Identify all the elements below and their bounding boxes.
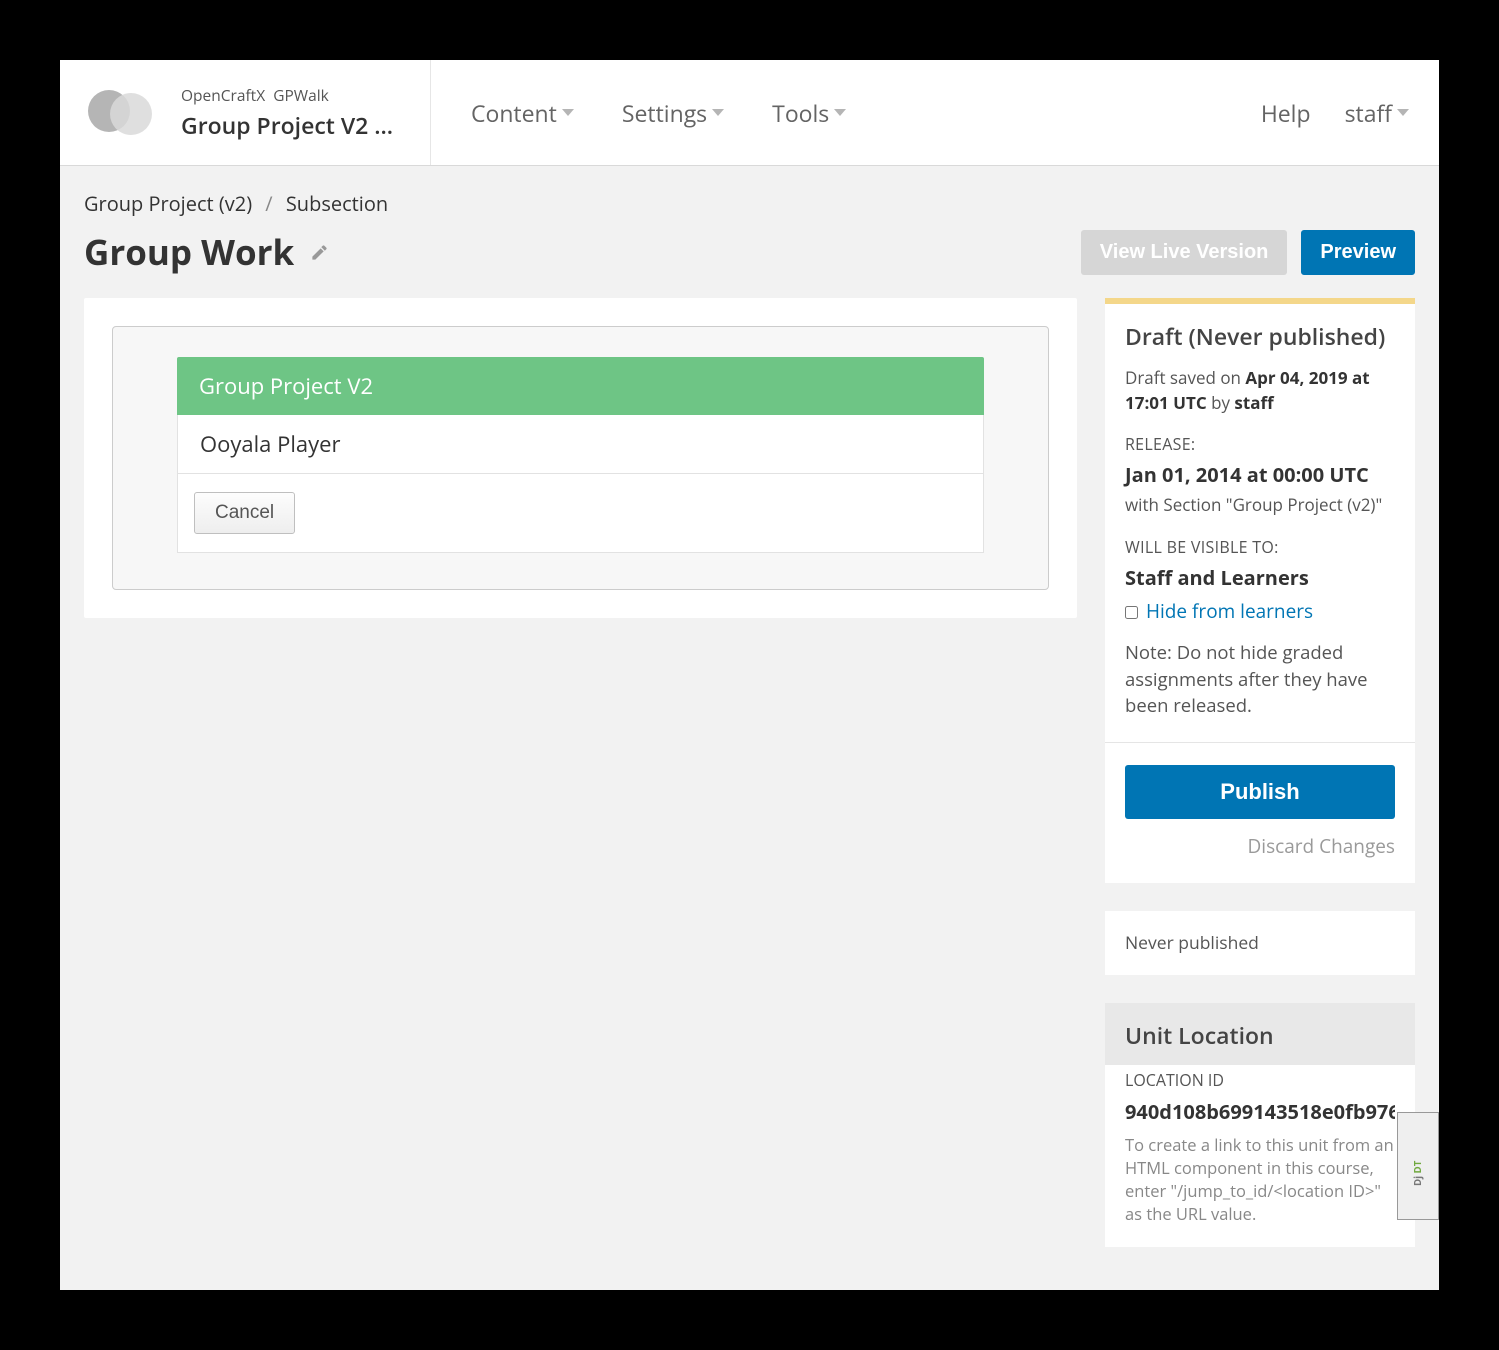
breadcrumb-sep: / (265, 190, 272, 217)
unit-location-title: Unit Location (1105, 1003, 1415, 1065)
page-title: Group Work (84, 229, 294, 276)
location-desc: To create a link to this unit from an HT… (1125, 1133, 1395, 1225)
draft-saved-line: Draft saved on Apr 04, 2019 at 17:01 UTC… (1125, 366, 1395, 415)
publish-button[interactable]: Publish (1125, 765, 1395, 819)
never-published-panel: Never published (1105, 911, 1415, 975)
studio-block-footer: Cancel (177, 474, 984, 553)
discard-changes[interactable]: Discard Changes (1125, 833, 1395, 861)
unit-location-panel: Unit Location LOCATION ID 940d108b699143… (1105, 1003, 1415, 1248)
edit-icon[interactable] (310, 243, 329, 262)
draft-panel: Draft (Never published) Draft saved on A… (1105, 298, 1415, 883)
never-published-text: Never published (1105, 911, 1415, 975)
draft-panel-title: Draft (Never published) (1105, 304, 1415, 366)
release-note: with Section "Group Project (v2)" (1125, 493, 1395, 518)
chevron-down-icon (834, 109, 846, 116)
nav-tools[interactable]: Tools (772, 97, 846, 129)
location-id-value: 940d108b699143518e0fb97682 (1125, 1097, 1395, 1126)
django-debug-toolbar-tab[interactable]: Dj DT (1397, 1112, 1439, 1220)
visible-label: WILL BE VISIBLE TO: (1125, 536, 1395, 559)
svg-text:Dj: Dj (1411, 1176, 1424, 1186)
hide-from-learners-checkbox[interactable] (1125, 606, 1138, 619)
user-menu[interactable]: staff (1345, 97, 1409, 129)
course-name: Group Project V2 W... (181, 109, 400, 141)
course-org-code: OpenCraftX GPWalk (181, 84, 400, 106)
breadcrumb-sub[interactable]: Subsection (286, 190, 388, 217)
logo-wrap (60, 60, 181, 165)
chevron-down-icon (1397, 109, 1409, 116)
studio-block: Group Project V2 Ooyala Player Cancel (112, 326, 1049, 590)
side-column: Draft (Never published) Draft saved on A… (1105, 298, 1415, 1247)
release-label: RELEASE: (1125, 433, 1395, 456)
hide-from-learners-link[interactable]: Hide from learners (1146, 598, 1313, 626)
chevron-down-icon (562, 109, 574, 116)
nav-content[interactable]: Content (471, 97, 574, 129)
layout: Group Project V2 Ooyala Player Cancel Dr… (84, 298, 1415, 1247)
hide-note: Note: Do not hide graded assignments aft… (1125, 640, 1395, 720)
studio-logo-icon[interactable] (88, 90, 153, 135)
breadcrumb: Group Project (v2) / Subsection (84, 190, 1415, 217)
nav-settings[interactable]: Settings (622, 97, 724, 129)
content-area: Group Project (v2) / Subsection Group Wo… (60, 166, 1439, 1247)
topbar: OpenCraftX GPWalk Group Project V2 W... … (60, 60, 1439, 166)
svg-text:DT: DT (1411, 1160, 1424, 1173)
cancel-button[interactable]: Cancel (194, 492, 295, 534)
view-live-button: View Live Version (1081, 230, 1288, 275)
studio-block-header: Group Project V2 (177, 357, 984, 415)
chevron-down-icon (712, 109, 724, 116)
breadcrumb-root[interactable]: Group Project (v2) (84, 190, 252, 217)
right-nav: Help staff (1261, 60, 1439, 165)
visible-value: Staff and Learners (1125, 563, 1395, 592)
title-row: Group Work View Live Version Preview (84, 229, 1415, 276)
main-column: Group Project V2 Ooyala Player Cancel (84, 298, 1077, 618)
course-block[interactable]: OpenCraftX GPWalk Group Project V2 W... (181, 60, 431, 165)
location-id-label: LOCATION ID (1125, 1069, 1395, 1092)
help-link[interactable]: Help (1261, 97, 1311, 129)
release-value: Jan 01, 2014 at 00:00 UTC (1125, 460, 1395, 489)
main-nav: Content Settings Tools (431, 60, 1261, 165)
preview-button[interactable]: Preview (1301, 230, 1415, 275)
app-viewport: OpenCraftX GPWalk Group Project V2 W... … (60, 60, 1439, 1290)
studio-block-item[interactable]: Ooyala Player (177, 415, 984, 474)
